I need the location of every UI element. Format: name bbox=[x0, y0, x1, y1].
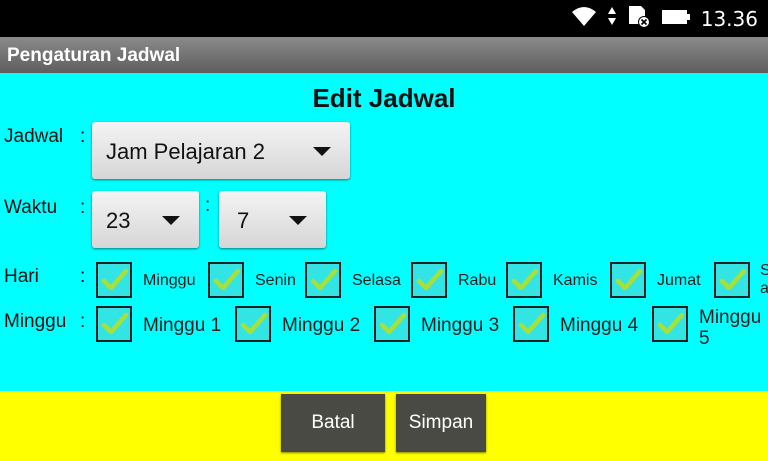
checkbox-minggu-3[interactable] bbox=[374, 306, 410, 342]
week-label-4: Minggu 4 bbox=[560, 315, 639, 336]
jadwal-dropdown[interactable]: Jam Pelajaran 2 bbox=[92, 122, 350, 179]
jadwal-value: Jam Pelajaran 2 bbox=[106, 139, 265, 164]
check-icon bbox=[719, 268, 747, 291]
check-icon bbox=[101, 268, 129, 291]
hour-dropdown[interactable]: 23 bbox=[92, 191, 199, 248]
jadwal-colon: : bbox=[80, 126, 86, 147]
checkbox-kamis[interactable] bbox=[506, 262, 542, 298]
battery-icon bbox=[661, 7, 691, 31]
check-icon bbox=[518, 312, 546, 335]
minute-value: 7 bbox=[237, 208, 250, 233]
form-area: Edit Jadwal Jadwal : Jam Pelajaran 2 Wak… bbox=[0, 73, 768, 391]
check-icon bbox=[213, 268, 241, 291]
week-label-2: Minggu 2 bbox=[282, 315, 361, 336]
action-bar: Batal Simpan bbox=[0, 391, 768, 461]
hari-colon: : bbox=[80, 266, 86, 287]
check-icon bbox=[615, 268, 643, 291]
day-label-sabtu-overflow: a bbox=[760, 280, 768, 297]
hari-label: Hari bbox=[4, 266, 39, 287]
check-icon bbox=[310, 268, 338, 291]
checkbox-minggu[interactable] bbox=[96, 262, 132, 298]
waktu-label: Waktu bbox=[4, 197, 58, 218]
week-label-1: Minggu 1 bbox=[143, 315, 222, 336]
chevron-down-icon bbox=[289, 216, 307, 225]
checkbox-jumat[interactable] bbox=[610, 262, 646, 298]
week-label-3: Minggu 3 bbox=[421, 315, 500, 336]
hour-value: 23 bbox=[106, 208, 131, 233]
data-arrows-icon bbox=[607, 5, 617, 32]
day-label-minggu: Minggu bbox=[143, 272, 196, 289]
save-button[interactable]: Simpan bbox=[396, 394, 486, 452]
minggu-colon: : bbox=[80, 311, 86, 332]
clock: 13.36 bbox=[700, 6, 758, 31]
check-icon bbox=[657, 312, 685, 335]
jadwal-label: Jadwal bbox=[4, 126, 64, 147]
day-label-rabu: Rabu bbox=[458, 272, 497, 289]
chevron-down-icon bbox=[162, 216, 180, 225]
checkbox-minggu-5[interactable] bbox=[652, 306, 688, 342]
day-label-senin: Senin bbox=[255, 272, 296, 289]
week-label-5-overflow: 5 bbox=[699, 328, 710, 349]
checkbox-selasa[interactable] bbox=[305, 262, 341, 298]
time-separator: : bbox=[205, 195, 211, 216]
wifi-icon bbox=[571, 5, 597, 32]
app-title-bar: Pengaturan Jadwal bbox=[0, 37, 768, 73]
day-label-kamis: Kamis bbox=[553, 272, 598, 289]
check-icon bbox=[379, 312, 407, 335]
checkbox-senin[interactable] bbox=[208, 262, 244, 298]
sd-card-error-icon bbox=[627, 4, 651, 33]
checkbox-minggu-4[interactable] bbox=[513, 306, 549, 342]
day-label-jumat: Jumat bbox=[657, 272, 701, 289]
check-icon bbox=[511, 268, 539, 291]
checkbox-minggu-2[interactable] bbox=[235, 306, 271, 342]
checkbox-rabu[interactable] bbox=[411, 262, 447, 298]
page-title: Edit Jadwal bbox=[312, 83, 456, 113]
minggu-label: Minggu bbox=[4, 311, 67, 332]
cancel-button[interactable]: Batal bbox=[281, 394, 385, 452]
check-icon bbox=[416, 268, 444, 291]
status-bar: 13.36 bbox=[0, 0, 768, 37]
waktu-colon: : bbox=[80, 197, 86, 218]
week-label-5: Minggu bbox=[699, 307, 762, 328]
day-label-selasa: Selasa bbox=[352, 272, 401, 289]
check-icon bbox=[240, 312, 268, 335]
chevron-down-icon bbox=[313, 147, 331, 156]
app-title: Pengaturan Jadwal bbox=[7, 45, 181, 66]
check-icon bbox=[101, 312, 129, 335]
checkbox-sabtu[interactable] bbox=[714, 262, 750, 298]
day-label-sabtu: S bbox=[760, 262, 768, 279]
minute-dropdown[interactable]: 7 bbox=[219, 191, 326, 248]
checkbox-minggu-1[interactable] bbox=[96, 306, 132, 342]
